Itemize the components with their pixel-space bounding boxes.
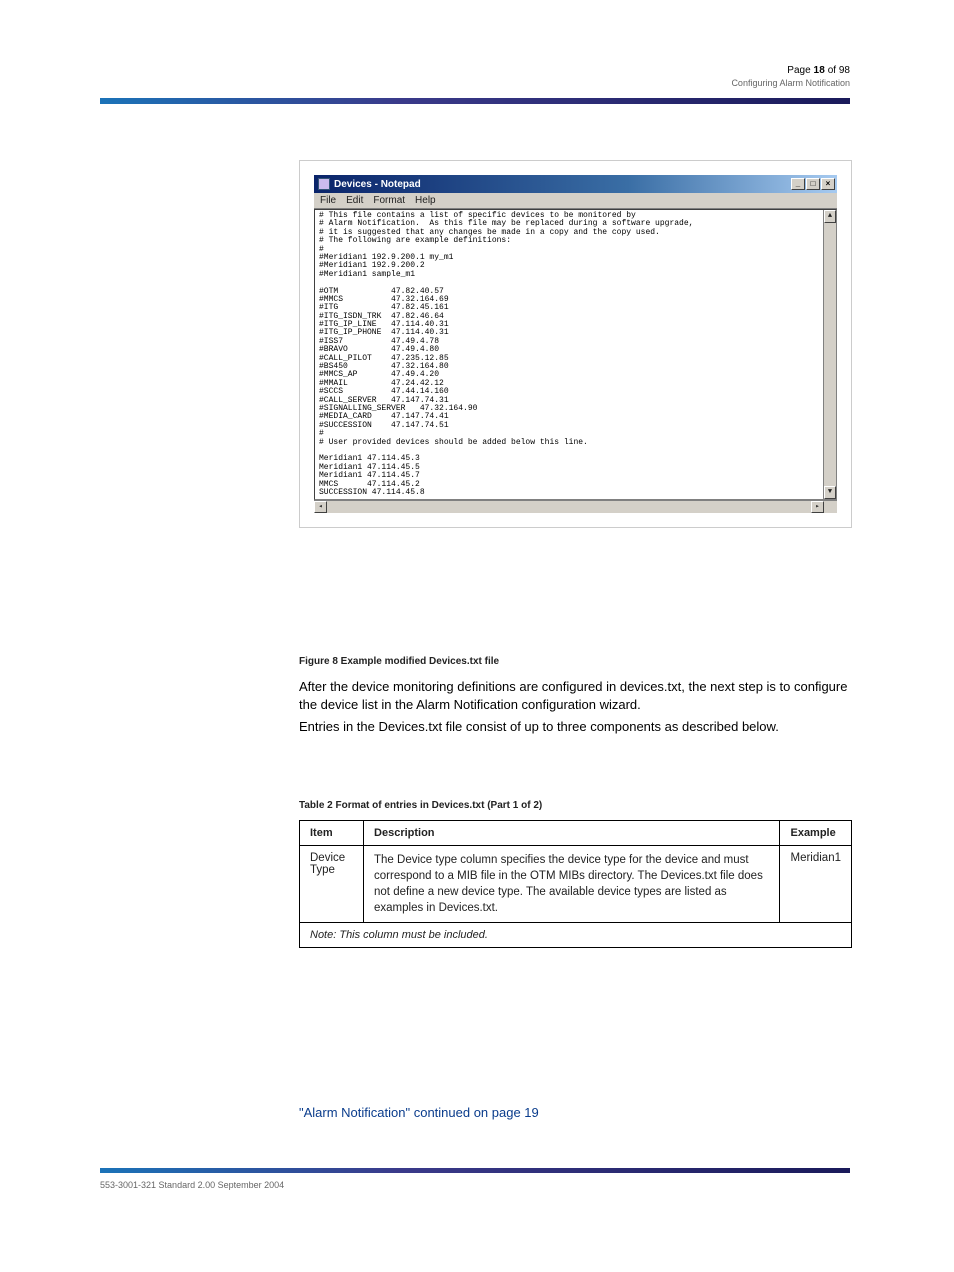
col-item: Item: [300, 821, 364, 846]
table-row: Device Type The Device type column speci…: [300, 846, 852, 923]
notepad-menubar: File Edit Format Help: [314, 193, 837, 209]
body-paragraph-2: Entries in the Devices.txt file consist …: [299, 718, 852, 736]
maximize-button[interactable]: □: [806, 178, 820, 190]
cell-description: The Device type column specifies the dev…: [364, 846, 780, 923]
page-header: Page 18 of 98 Configuring Alarm Notifica…: [731, 65, 850, 88]
resize-grip-icon: [824, 501, 837, 513]
col-example: Example: [780, 821, 852, 846]
figure-screenshot: Devices - Notepad _ □ × File Edit Format…: [299, 160, 852, 528]
menu-edit[interactable]: Edit: [346, 195, 363, 206]
page-footer: 553-3001-321 Standard 2.00 September 200…: [100, 1180, 284, 1190]
scroll-right-icon[interactable]: ▸: [811, 501, 824, 513]
notepad-window: Devices - Notepad _ □ × File Edit Format…: [314, 175, 837, 513]
table-header-row: Item Description Example: [300, 821, 852, 846]
vertical-scrollbar[interactable]: ▲ ▼: [823, 210, 836, 499]
minimize-button[interactable]: _: [791, 178, 805, 190]
cell-item: Device Type: [300, 846, 364, 923]
scroll-left-icon[interactable]: ◂: [314, 501, 327, 513]
menu-help[interactable]: Help: [415, 195, 436, 206]
cell-note: Note: This column must be included.: [300, 923, 852, 948]
table-note-row: Note: This column must be included.: [300, 923, 852, 948]
format-table: Item Description Example Device Type The…: [299, 820, 852, 948]
page-number-prefix: Page 18 of 98: [731, 65, 850, 76]
horizontal-scrollbar[interactable]: ◂ ▸: [314, 500, 837, 513]
notepad-titlebar: Devices - Notepad _ □ ×: [314, 175, 837, 193]
menu-file[interactable]: File: [320, 195, 336, 206]
scroll-down-icon[interactable]: ▼: [824, 486, 836, 499]
table-title: Table 2 Format of entries in Devices.txt…: [299, 800, 542, 811]
figure-caption: Figure 8 Example modified Devices.txt fi…: [299, 656, 499, 667]
notepad-textarea[interactable]: # This file contains a list of specific …: [315, 210, 823, 499]
top-accent-bar: [100, 98, 850, 104]
scroll-up-icon[interactable]: ▲: [824, 210, 836, 223]
bottom-accent-bar: [100, 1168, 850, 1173]
body-paragraph-1: After the device monitoring definitions …: [299, 678, 852, 713]
running-header: Configuring Alarm Notification: [731, 78, 850, 88]
cell-example: Meridian1: [780, 846, 852, 923]
menu-format[interactable]: Format: [373, 195, 405, 206]
col-description: Description: [364, 821, 780, 846]
close-button[interactable]: ×: [821, 178, 835, 190]
window-title: Devices - Notepad: [334, 179, 791, 190]
notepad-icon: [318, 178, 330, 190]
continued-link[interactable]: "Alarm Notification" continued on page 1…: [299, 1105, 539, 1120]
